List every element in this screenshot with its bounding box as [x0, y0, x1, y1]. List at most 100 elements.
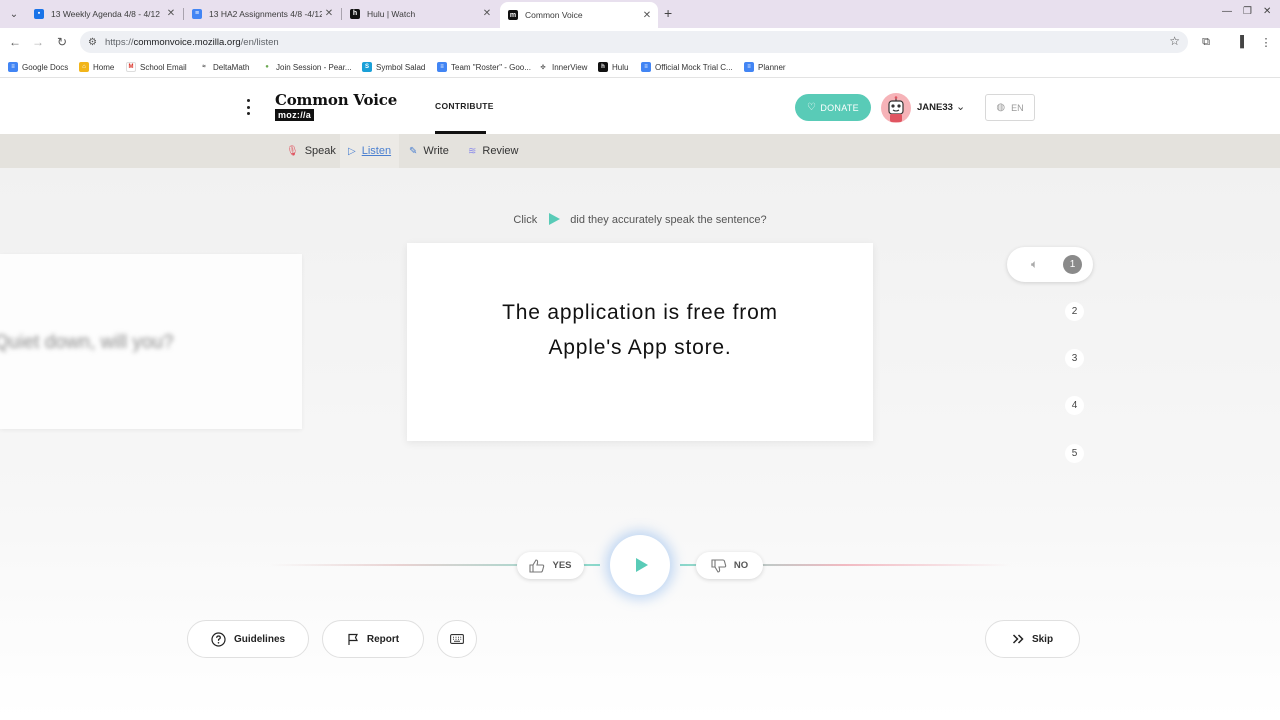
bookmark-item[interactable]: ≡ Planner	[744, 60, 786, 74]
pencil-icon: ✎	[409, 145, 418, 157]
new-tab-icon[interactable]: +	[664, 6, 672, 20]
tab-review[interactable]: ≋ Review	[468, 134, 518, 168]
extensions-icon[interactable]: ⧉	[1198, 34, 1214, 50]
heart-icon: ♡	[807, 102, 817, 113]
tab-title: 13 Weekly Agenda 4/8 - 4/12	[51, 8, 161, 19]
guidelines-button[interactable]: Guidelines	[187, 620, 309, 658]
chevron-down-icon[interactable]: ⌄	[956, 100, 965, 113]
forward-icon[interactable]: →	[30, 34, 46, 50]
mozilla-logo[interactable]: moz://a	[275, 109, 315, 121]
previous-sentence-text: Quiet down, will you?	[0, 332, 174, 353]
innerview-icon: ✣	[538, 62, 548, 72]
clip-number[interactable]: 4	[1065, 396, 1084, 415]
username[interactable]: JANE33	[917, 102, 953, 113]
site-info-icon[interactable]: ⚙	[88, 37, 97, 48]
donate-button[interactable]: ♡ DONATE	[795, 94, 871, 121]
clip-number[interactable]: 5	[1065, 444, 1084, 463]
language-label: EN	[1011, 102, 1024, 113]
language-selector[interactable]: ◍ EN	[985, 94, 1035, 121]
clip-number: 1	[1063, 255, 1082, 274]
tab-listen[interactable]: ▷ Listen	[340, 134, 400, 168]
contribute-subnav: 🎙︎ Speak ▷ Listen ✎ Write ≋ Review	[0, 134, 1280, 168]
side-panel-icon[interactable]: ▐	[1232, 34, 1248, 50]
donate-label: DONATE	[820, 102, 859, 113]
bookmark-label: Official Mock Trial C...	[655, 62, 733, 72]
avatar[interactable]	[881, 93, 911, 123]
vote-no-button[interactable]: NO	[696, 552, 763, 579]
restore-icon[interactable]: ❐	[1243, 6, 1252, 17]
review-lines-icon: ≋	[468, 145, 477, 157]
bookmark-item[interactable]: ● Join Session - Pear...	[262, 60, 352, 74]
tab-title: Common Voice	[525, 10, 583, 20]
close-window-icon[interactable]: ✕	[1263, 6, 1271, 17]
bookmark-label: Symbol Salad	[376, 62, 426, 72]
tab-speak[interactable]: 🎙︎ Speak	[286, 134, 336, 168]
gmail-icon: M	[126, 62, 136, 72]
clip-1-pill[interactable]: 🔈︎ 1	[1007, 247, 1093, 282]
close-tab-icon[interactable]: ✕	[164, 8, 178, 19]
tab-write[interactable]: ✎ Write	[409, 134, 449, 168]
google-docs-icon: ≡	[192, 8, 202, 19]
report-button[interactable]: Report	[322, 620, 424, 658]
url-text: https://commonvoice.mozilla.org/en/liste…	[104, 36, 279, 48]
tab-label: Listen	[361, 145, 392, 157]
keyboard-shortcuts-button[interactable]	[437, 620, 477, 658]
bookmark-star-icon[interactable]: ☆	[1169, 34, 1180, 48]
instruction-prefix: Click	[513, 214, 538, 226]
clip-number[interactable]: 3	[1065, 349, 1084, 368]
previous-sentence-card: Quiet down, will you?	[0, 254, 302, 429]
no-label: NO	[733, 560, 749, 571]
google-docs-icon: ≡	[437, 62, 447, 72]
clip-number[interactable]: 2	[1065, 302, 1084, 321]
vote-yes-button[interactable]: YES	[517, 552, 584, 579]
bookmark-item[interactable]: M School Email	[126, 60, 187, 74]
skip-label: Skip	[1031, 633, 1054, 645]
logo-title[interactable]: Common Voice	[275, 91, 397, 109]
bookmark-item[interactable]: ≈ DeltaMath	[199, 60, 249, 74]
tab-title: 13 HA2 Assignments 4/8 -4/12	[209, 8, 322, 19]
back-icon[interactable]: ←	[7, 34, 23, 50]
tab-title: Hulu | Watch	[367, 8, 416, 19]
bookmark-label: Hulu	[612, 62, 629, 72]
bookmark-label: Planner	[758, 62, 786, 72]
close-tab-icon[interactable]: ✕	[640, 10, 654, 21]
bookmark-label: Home	[93, 62, 115, 72]
play-icon	[635, 558, 648, 572]
play-icon	[549, 213, 561, 226]
listen-main: Click did they accurately speak the sente…	[0, 168, 1280, 720]
browser-menu-icon[interactable]: ⋮	[1258, 34, 1274, 50]
bookmark-item[interactable]: S Symbol Salad	[362, 60, 425, 74]
google-classroom-icon: ▪	[34, 8, 44, 19]
thumbs-down-icon	[711, 558, 727, 573]
bookmark-item[interactable]: ≡ Google Docs	[8, 60, 68, 74]
more-menu-icon[interactable]	[244, 99, 252, 115]
sentence-card: The application is free from Apple's App…	[407, 243, 873, 441]
bookmarks-bar: ≡ Google Docs ⌂ Home M School Email ≈ DeltaM…	[0, 56, 1280, 78]
robot-avatar-icon	[888, 96, 904, 122]
browser-tab[interactable]: h Hulu | Watch ✕	[342, 3, 498, 24]
reload-icon[interactable]: ↻	[54, 34, 70, 50]
play-clip-button[interactable]	[610, 535, 670, 595]
nav-contribute[interactable]: CONTRIBUTE	[435, 101, 494, 111]
skip-button[interactable]: Skip	[985, 620, 1080, 658]
microphone-icon: 🎙︎	[286, 145, 299, 157]
bookmark-item[interactable]: ≡ Official Mock Trial C...	[641, 60, 733, 74]
yes-label: YES	[552, 560, 572, 571]
close-tab-icon[interactable]: ✕	[480, 8, 494, 19]
browser-tab[interactable]: ≡ 13 HA2 Assignments 4/8 -4/12 ✕	[184, 3, 340, 24]
address-bar[interactable]: ⚙ https://commonvoice.mozilla.org/en/lis…	[80, 31, 1188, 53]
minimize-icon[interactable]: —	[1222, 6, 1232, 17]
browser-tab[interactable]: ▪ 13 Weekly Agenda 4/8 - 4/12 ✕	[26, 3, 182, 24]
bookmark-item[interactable]: h Hulu	[598, 60, 628, 74]
browser-tab-active[interactable]: m Common Voice ✕	[500, 2, 658, 28]
bookmark-label: Team "Roster" - Goo...	[451, 62, 531, 72]
close-tab-icon[interactable]: ✕	[322, 8, 336, 19]
bookmark-label: Google Docs	[22, 62, 69, 72]
bookmark-item[interactable]: ≡ Team "Roster" - Goo...	[437, 60, 531, 74]
bookmark-item[interactable]: ✣ InnerView	[538, 60, 587, 74]
report-label: Report	[366, 633, 400, 645]
tab-search-chevron-icon[interactable]: ⌄	[6, 6, 22, 22]
mozilla-icon: m	[508, 10, 518, 20]
bookmark-label: InnerView	[552, 62, 588, 72]
bookmark-item[interactable]: ⌂ Home	[79, 60, 114, 74]
